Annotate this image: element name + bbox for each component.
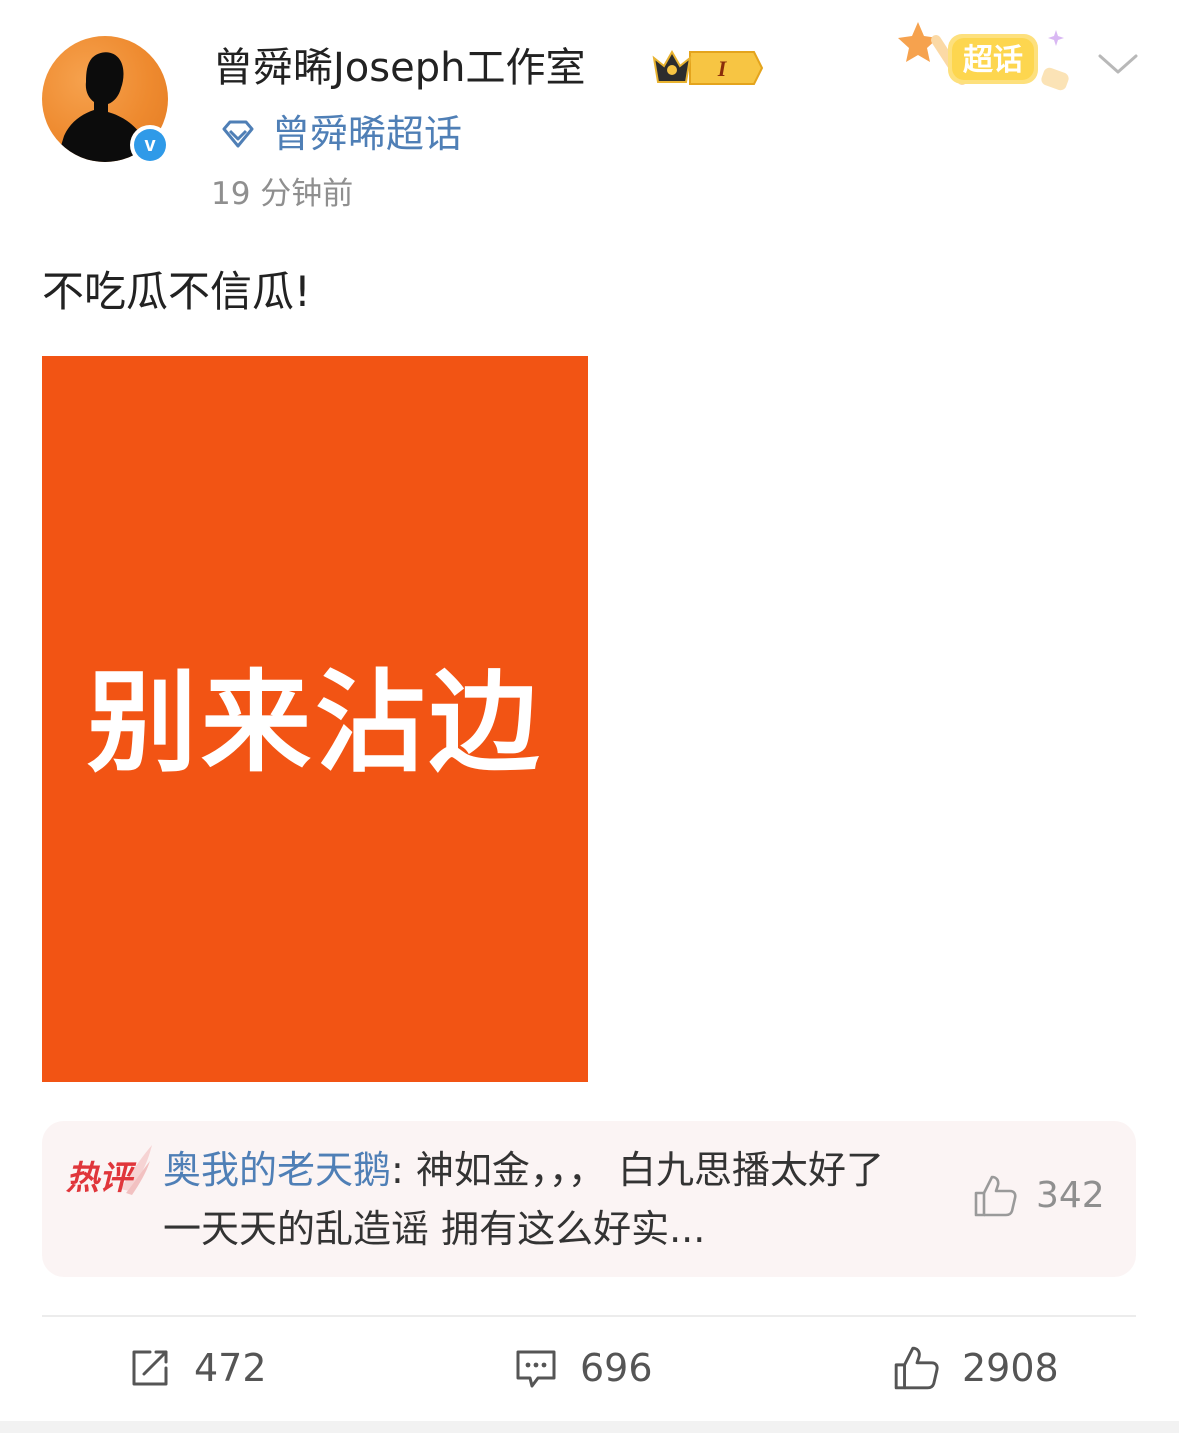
comment-author[interactable]: 奥我的老天鹅: [163, 1148, 391, 1192]
comment-like-count: 342: [1036, 1175, 1105, 1216]
chaohua-sticker-icon: 超话: [898, 22, 1069, 91]
username[interactable]: 曾舜晞Joseph工作室: [213, 40, 585, 96]
supertopic-link[interactable]: 曾舜晞超话: [218, 108, 462, 160]
post-image-text: 别来沾边: [87, 659, 543, 787]
comment-icon: [516, 1350, 556, 1388]
post-timestamp: 19 分钟前: [211, 176, 354, 212]
chaohua-badge-label: 超话: [963, 43, 1023, 78]
chevron-down-icon[interactable]: [1096, 48, 1140, 78]
like-count: 2908: [962, 1346, 1059, 1390]
like-button[interactable]: 2908: [892, 1342, 1059, 1394]
post-text: 不吃瓜不信瓜!: [42, 267, 311, 316]
badge-level: I: [717, 56, 728, 81]
repost-count: 472: [194, 1346, 267, 1390]
hot-comment-body: 奥我的老天鹅: 神如金，，， 白九思播太好了 一天天的乱造谣 拥有这么好实...: [163, 1141, 923, 1259]
comment-count: 696: [580, 1346, 653, 1390]
divider: [42, 1315, 1136, 1317]
verified-badge: v: [130, 125, 170, 165]
hot-tag-label: 热评: [66, 1158, 132, 1197]
thumbs-up-icon: [894, 1346, 939, 1390]
comment-button[interactable]: 696: [514, 1342, 653, 1394]
post-image[interactable]: 别来沾边: [42, 356, 588, 1082]
diamond-icon: [222, 120, 254, 148]
hot-comment[interactable]: 热评 奥我的老天鹅: 神如金，，， 白九思播太好了 一天天的乱造谣 拥有这么好实…: [42, 1121, 1136, 1277]
comment-like-button[interactable]: 342: [972, 1173, 1105, 1219]
thumbs-up-icon: [974, 1175, 1017, 1217]
crown-icon: I: [652, 49, 764, 85]
hot-comment-tag: 热评: [64, 1139, 156, 1209]
verified-icon: v: [134, 129, 166, 161]
crown-badge[interactable]: I: [650, 46, 764, 90]
supertopic-label: 曾舜晞超话: [272, 112, 463, 156]
comment-separator: :: [391, 1148, 416, 1192]
chaohua-badge[interactable]: 超话: [896, 18, 1080, 102]
feed-separator: [0, 1421, 1179, 1433]
repost-icon: [132, 1350, 168, 1386]
repost-button[interactable]: 472: [128, 1342, 267, 1394]
